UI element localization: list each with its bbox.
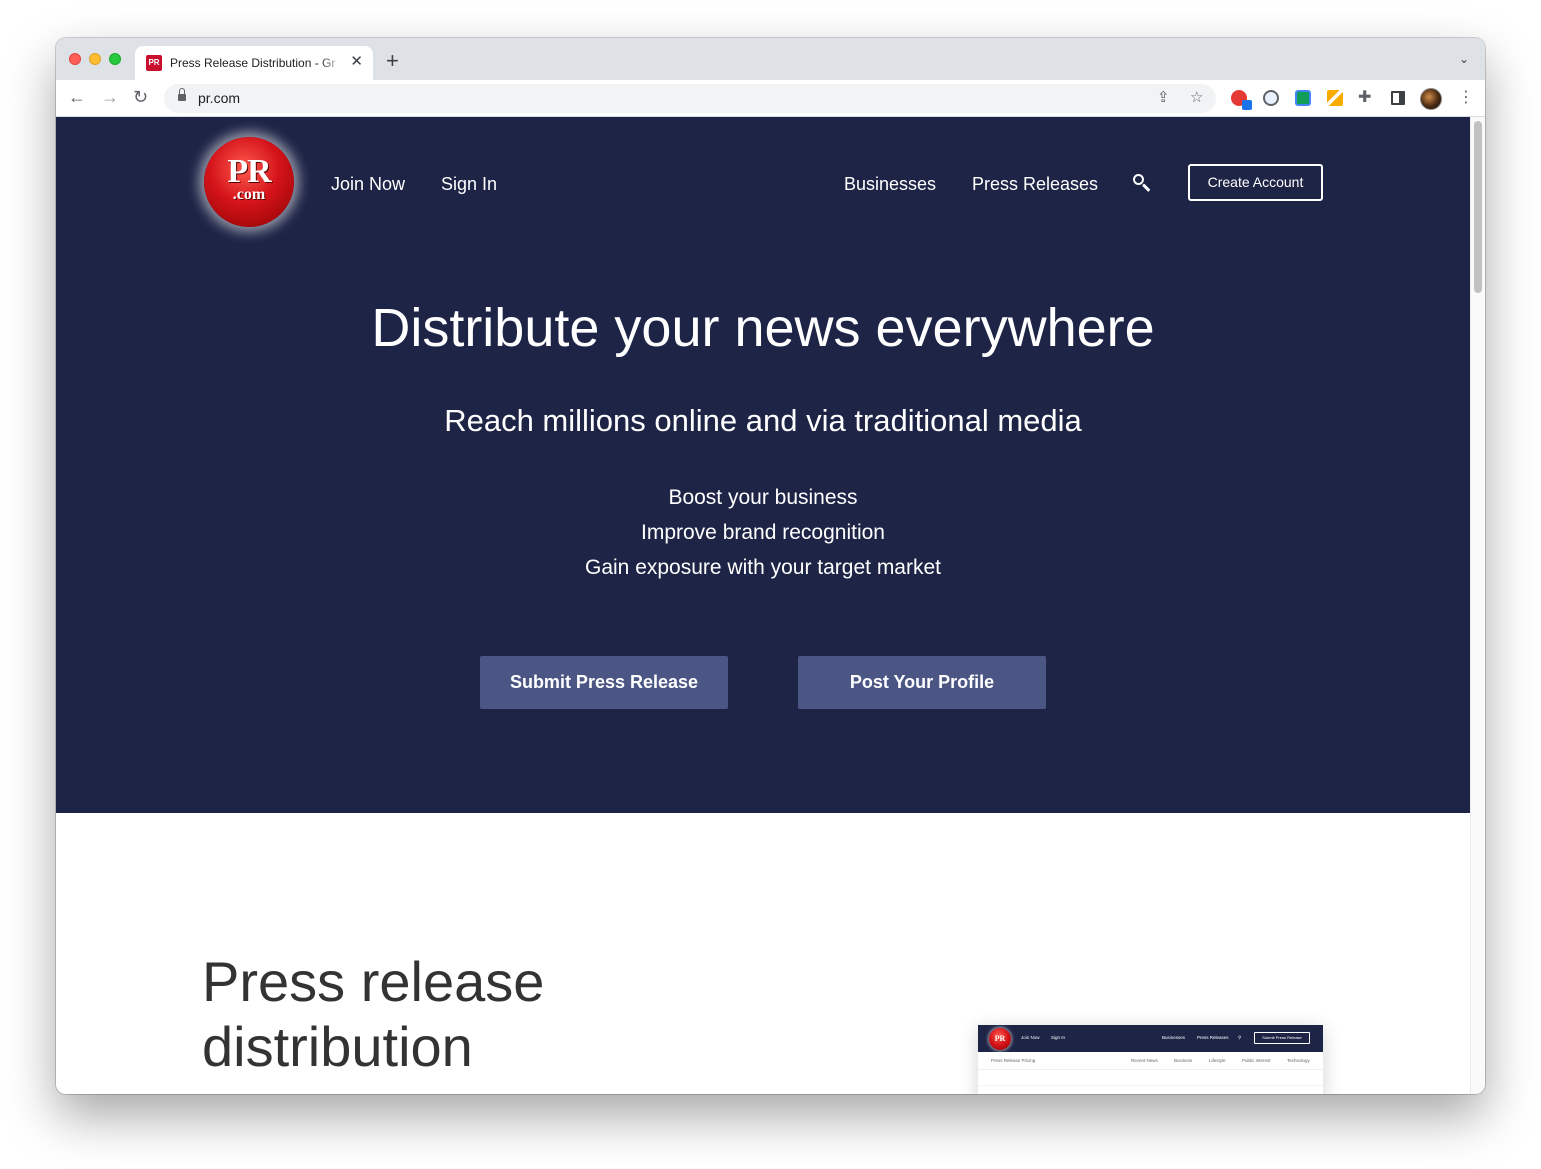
reload-button[interactable]: ↻ [133,87,148,107]
bookmark-star-icon[interactable]: ☆ [1190,89,1203,107]
pr-logo[interactable]: PR .com [204,137,294,227]
url-text[interactable]: pr.com [198,90,240,106]
browser-menu-icon[interactable]: ⋮ [1458,88,1474,108]
preview-submit-button: Submit Press Release [1254,1032,1310,1044]
extensions-puzzle-icon[interactable]: ✚ [1358,89,1371,107]
press-releases-link[interactable]: Press Releases [972,173,1098,195]
benefit-item: Boost your business [668,486,858,509]
browser-window: PR Press Release Distribution - Gr ✕ + ⌄… [56,38,1485,1094]
maximize-window-button[interactable] [109,53,121,65]
tab-title: Press Release Distribution - Gr [170,56,336,70]
lock-icon[interactable] [178,88,186,102]
businesses-link[interactable]: Businesses [844,173,936,195]
logo-sub-text: .com [232,186,266,203]
profile-avatar[interactable] [1420,88,1442,110]
tab-strip: PR Press Release Distribution - Gr ✕ + ⌄ [56,38,1485,80]
page-scrollbar[interactable] [1470,117,1485,1094]
preview-businesses: Businesses [1162,1035,1186,1040]
search-icon[interactable] [1133,174,1153,194]
site-preview-image: PR Join Now Sign In Businesses Press Rel… [978,1025,1323,1094]
preview-logo: PR [989,1028,1011,1050]
preview-divider [978,1069,1323,1070]
preview-category: Recent News [1131,1058,1158,1063]
tab-close-icon[interactable]: ✕ [350,54,363,70]
extension-lock-icon[interactable] [1263,90,1279,106]
post-your-profile-button[interactable]: Post Your Profile [798,656,1046,709]
browser-toolbar: ← → ↻ pr.com ⇪ ☆ ✚ ⋮ [56,80,1485,117]
preview-join-now: Join Now [1021,1035,1040,1040]
side-panel-icon[interactable] [1391,91,1405,105]
preview-search-icon: ⚲ [1238,1035,1242,1040]
hero-subtitle: Reach millions online and via traditiona… [444,403,1082,438]
submit-press-release-button[interactable]: Submit Press Release [480,656,728,709]
hero-title: Distribute your news everywhere [371,298,1155,358]
page-viewport: PR .com Join Now Sign In Businesses Pres… [56,117,1485,1094]
favicon-icon: PR [146,55,162,71]
minimize-window-button[interactable] [89,53,101,65]
preview-press-releases: Press Releases [1197,1035,1229,1040]
share-icon[interactable]: ⇪ [1157,89,1170,107]
preview-category: Public Interest [1242,1058,1271,1063]
preview-divider [978,1085,1323,1086]
benefit-item: Gain exposure with your target market [585,556,941,579]
extension-green-icon[interactable] [1295,90,1311,106]
preview-category: Business [1174,1058,1193,1063]
new-tab-button[interactable]: + [386,50,399,72]
forward-button[interactable]: → [101,87,119,107]
extension-badge-icon [1242,100,1252,110]
tab-search-chevron-icon[interactable]: ⌄ [1459,52,1469,66]
preview-pricing: Press Release Pricing [991,1058,1036,1063]
preview-category: Lifestyle [1209,1058,1226,1063]
sign-in-link[interactable]: Sign In [441,173,497,195]
address-bar[interactable]: pr.com ⇪ ☆ [164,84,1216,113]
scrollbar-thumb[interactable] [1474,121,1482,293]
logo-main-text: PR [227,153,271,190]
join-now-link[interactable]: Join Now [331,173,405,195]
benefit-item: Improve brand recognition [641,521,885,544]
hero-section: PR .com Join Now Sign In Businesses Pres… [56,117,1470,813]
close-window-button[interactable] [69,53,81,65]
extension-orange-icon[interactable] [1327,90,1343,106]
browser-tab[interactable]: PR Press Release Distribution - Gr ✕ [135,46,373,80]
screen: PR Press Release Distribution - Gr ✕ + ⌄… [0,0,1541,1169]
create-account-button[interactable]: Create Account [1188,164,1323,201]
preview-sign-in: Sign In [1051,1035,1066,1040]
preview-header: PR Join Now Sign In Businesses Press Rel… [978,1025,1323,1052]
section-title: Press release distribution [202,950,545,1078]
preview-category: Technology [1287,1058,1310,1063]
back-button[interactable]: ← [68,87,86,107]
